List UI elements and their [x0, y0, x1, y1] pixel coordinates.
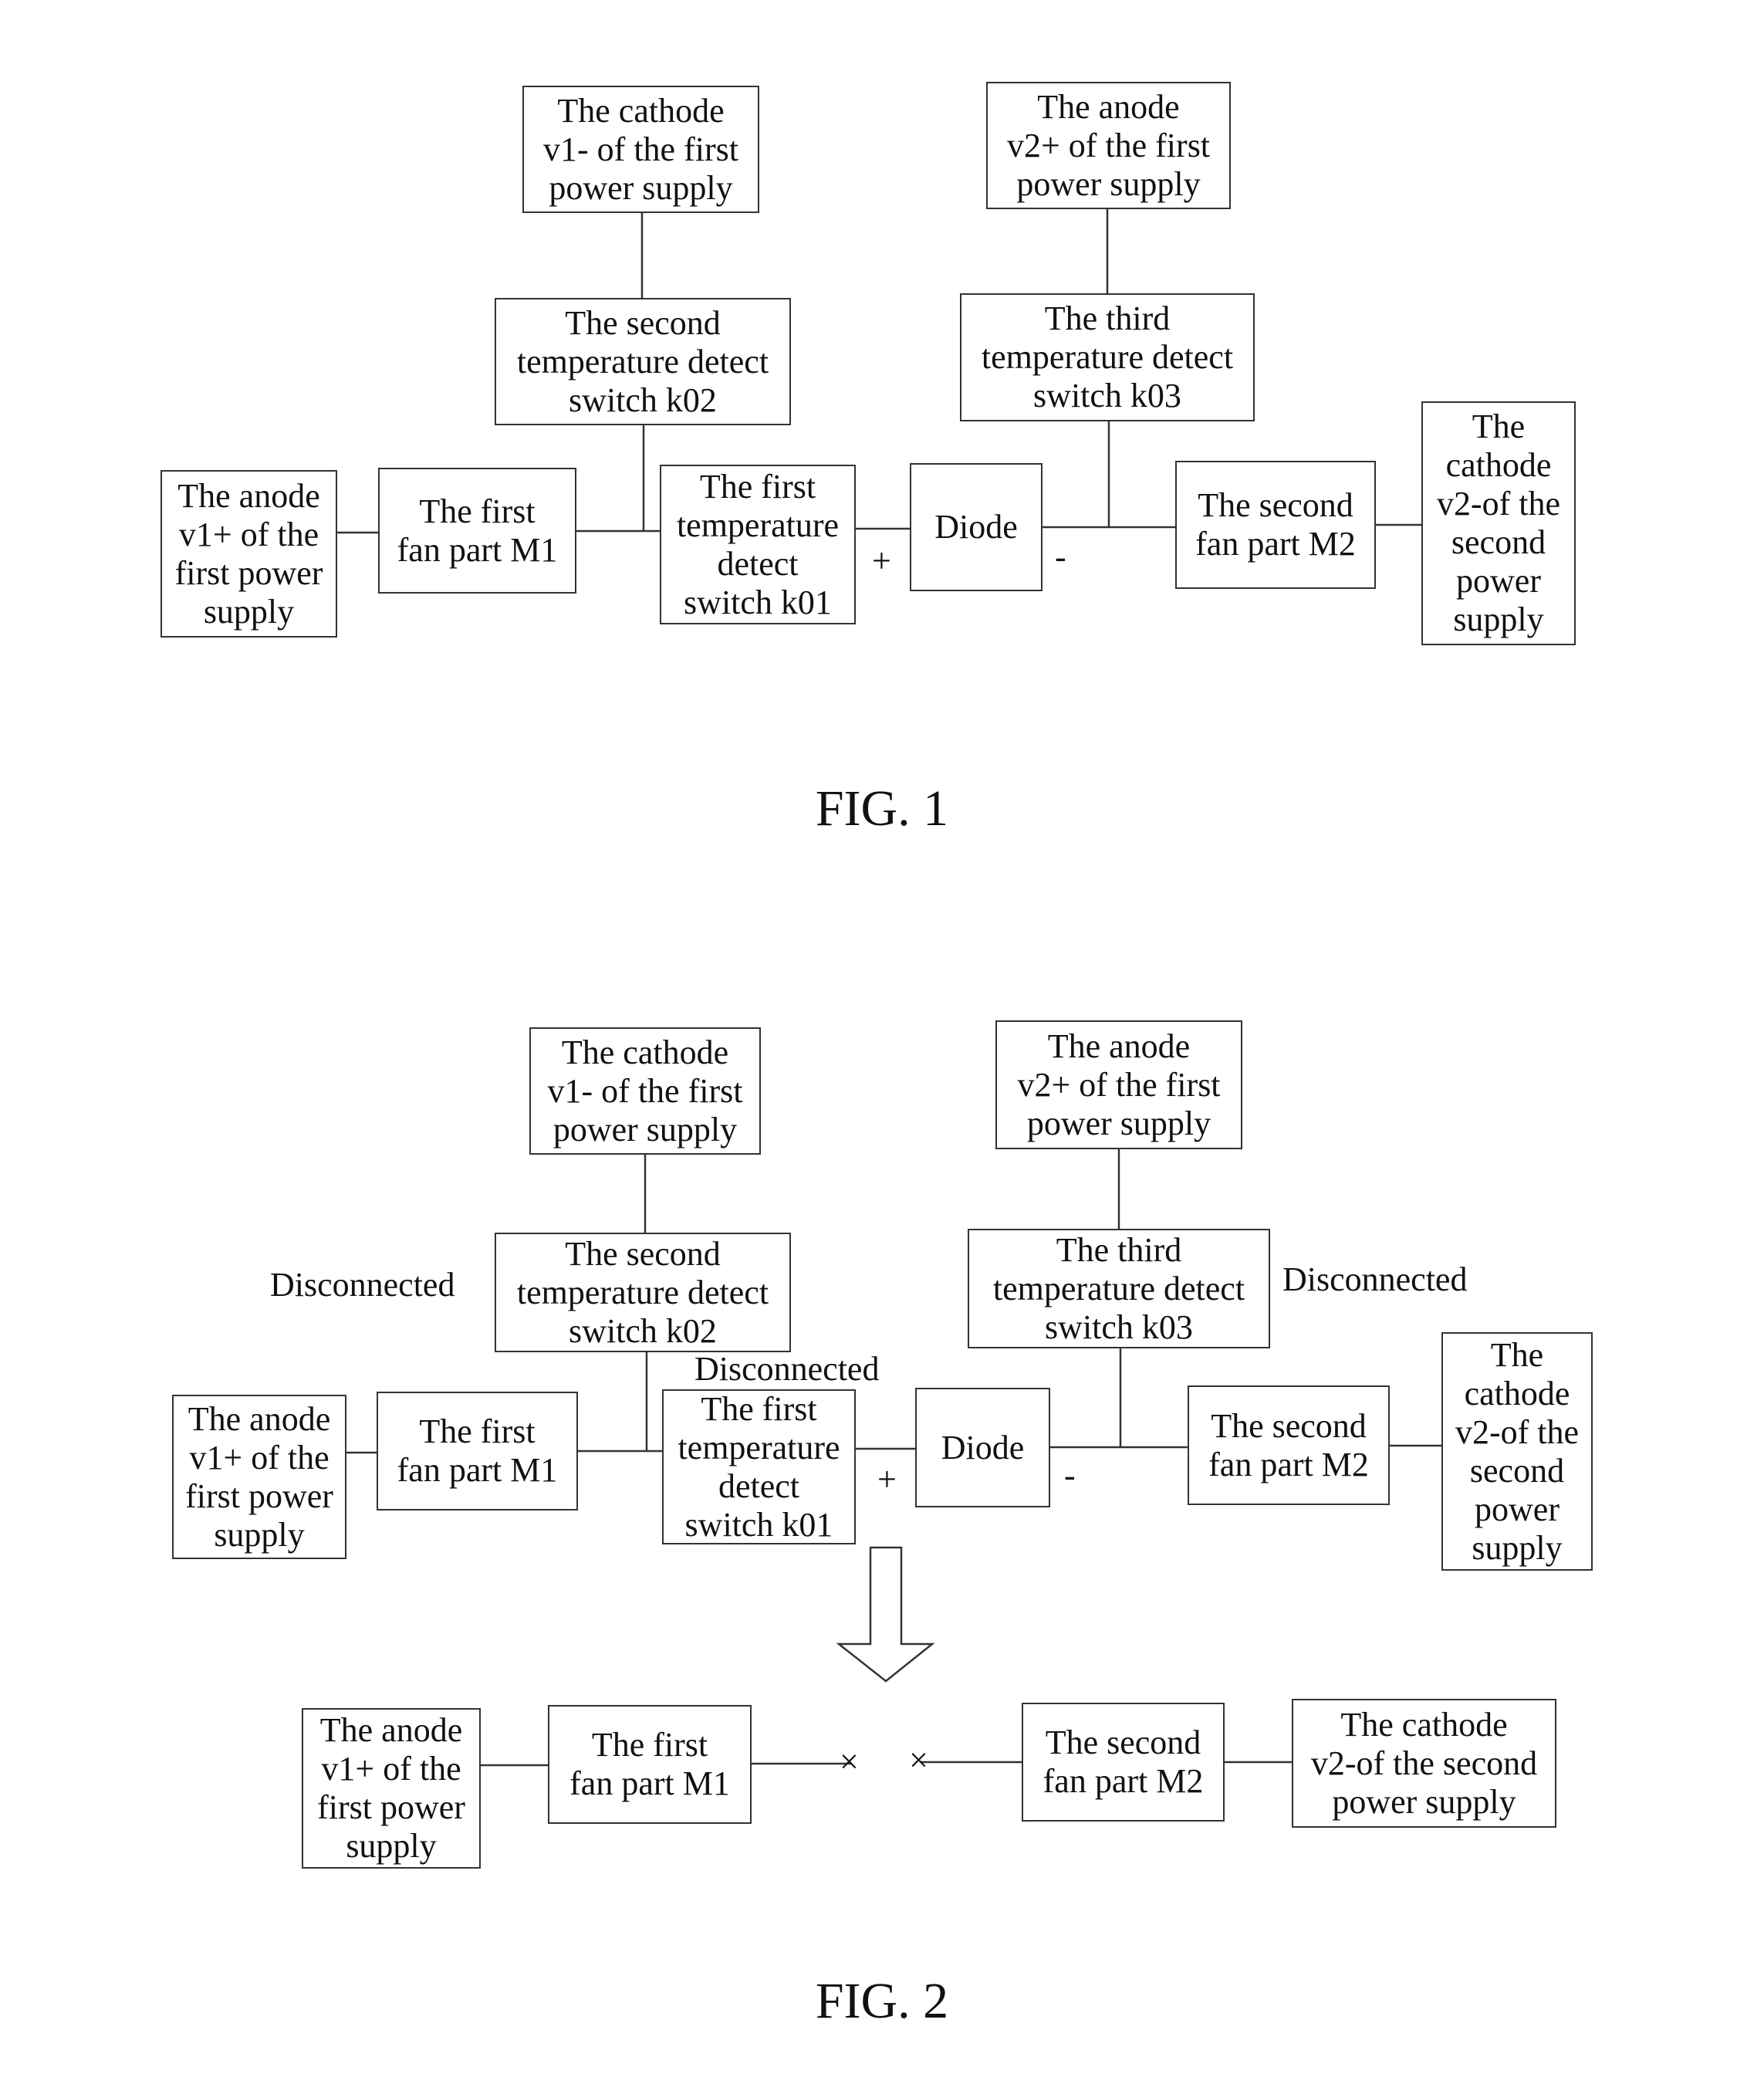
plus-sign: +: [877, 1460, 897, 1498]
diode-box: Diode: [915, 1388, 1050, 1507]
disconnected-label-k02: Disconnected: [270, 1266, 455, 1304]
cathode-v1-box: The cathode v1- of the first power suppl…: [529, 1027, 761, 1155]
break-x-icon: ×: [909, 1741, 928, 1779]
diode-box: Diode: [910, 463, 1043, 591]
switch-k03-box: The third temperature detect switch k03: [968, 1229, 1270, 1348]
down-arrow-icon: [836, 1546, 935, 1683]
result-cathode-v2-box: The cathode v2-of the second power suppl…: [1292, 1699, 1556, 1828]
fan-m1-box: The first fan part M1: [377, 1392, 578, 1510]
anode-v1-box: The anode v1+ of the first power supply: [172, 1395, 346, 1559]
switch-k02-box: The second temperature detect switch k02: [495, 1233, 791, 1352]
plus-sign: +: [872, 542, 891, 580]
switch-k03-box: The third temperature detect switch k03: [960, 293, 1255, 421]
minus-sign: -: [1055, 538, 1066, 576]
anode-v2-box: The anode v2+ of the first power supply: [986, 82, 1231, 209]
fan-m2-box: The second fan part M2: [1175, 461, 1376, 589]
fan-m1-box: The first fan part M1: [378, 468, 576, 594]
result-fan-m2-box: The second fan part M2: [1022, 1703, 1225, 1822]
cathode-v2-box: The cathode v2-of the second power suppl…: [1441, 1332, 1593, 1571]
result-anode-v1-box: The anode v1+ of the first power supply: [302, 1708, 481, 1869]
anode-v1-box: The anode v1+ of the first power supply: [161, 470, 337, 638]
cathode-v1-box: The cathode v1- of the first power suppl…: [522, 86, 759, 213]
switch-k01-box: The first temperature detect switch k01: [662, 1389, 856, 1544]
fan-m2-box: The second fan part M2: [1188, 1385, 1390, 1505]
fig1-caption: FIG. 1: [815, 780, 949, 837]
minus-sign: -: [1064, 1456, 1076, 1494]
anode-v2-box: The anode v2+ of the first power supply: [995, 1020, 1242, 1149]
break-x-icon: ×: [840, 1743, 859, 1781]
switch-k02-box: The second temperature detect switch k02: [495, 298, 791, 425]
disconnected-label-k03: Disconnected: [1282, 1260, 1468, 1298]
disconnected-label-k01: Disconnected: [694, 1350, 880, 1388]
result-fan-m1-box: The first fan part M1: [548, 1705, 752, 1824]
fig2-caption: FIG. 2: [815, 1973, 949, 2029]
cathode-v2-box: The cathode v2-of the second power suppl…: [1421, 401, 1576, 645]
switch-k01-box: The first temperature detect switch k01: [660, 465, 856, 624]
